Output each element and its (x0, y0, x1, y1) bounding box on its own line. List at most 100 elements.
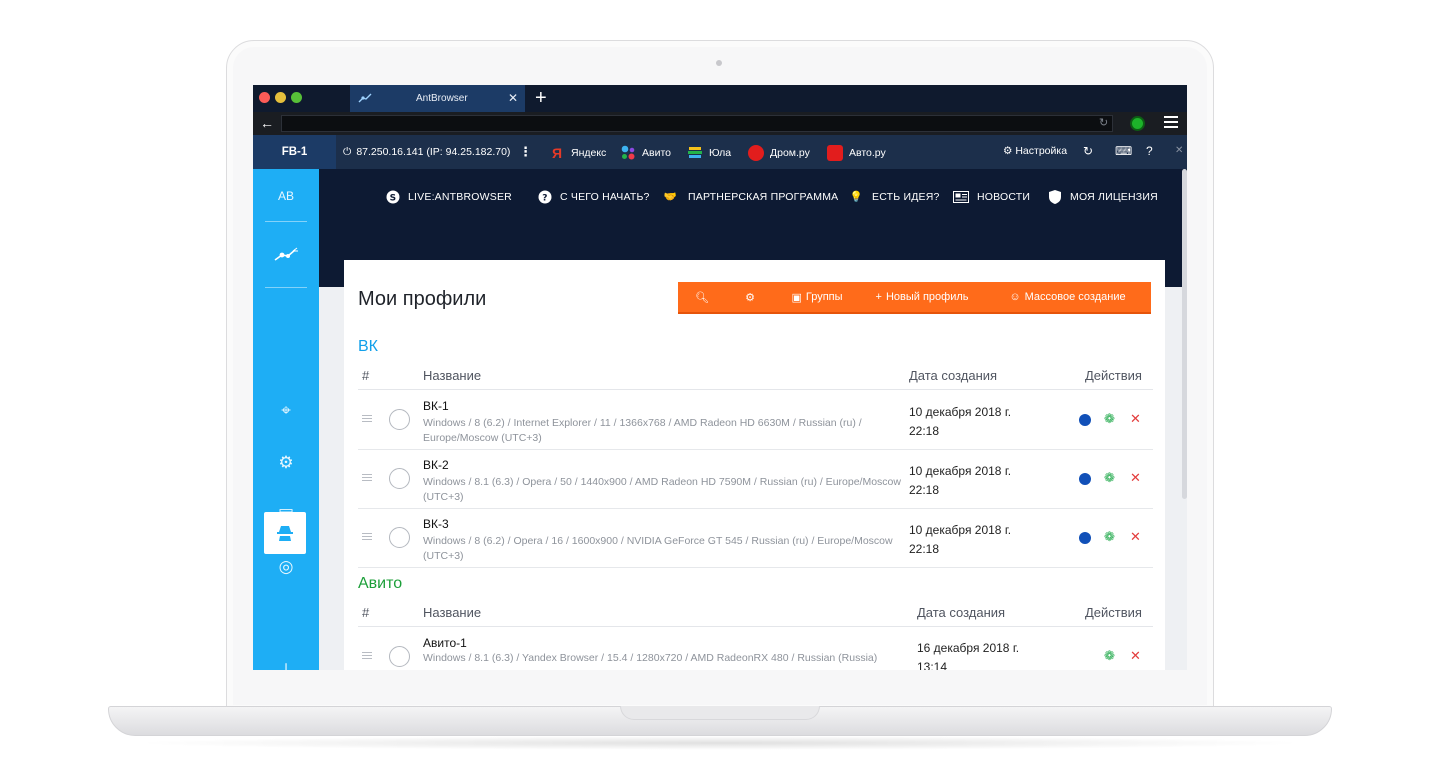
profile-name[interactable]: ВК-1 (423, 399, 449, 413)
col-actions: Действия (1085, 605, 1142, 620)
bookmark-drom[interactable]: Дром.ру (748, 144, 810, 162)
select-radio[interactable] (389, 409, 410, 430)
avito-icon (621, 145, 635, 160)
col-created[interactable]: Дата создания (917, 605, 1005, 620)
launch-icon[interactable] (1079, 532, 1091, 544)
launch-icon[interactable] (1079, 414, 1091, 426)
select-radio[interactable] (389, 468, 410, 489)
drag-handle-icon[interactable] (362, 533, 372, 542)
new-profile-label: Новый профиль (885, 291, 969, 303)
window-maximize-button[interactable] (291, 92, 302, 103)
delete-icon[interactable]: ✕ (1130, 470, 1141, 486)
bookmark-label: Яндекс (571, 147, 607, 159)
table-row[interactable]: ВК-3 Windows / 8 (6.2) / Opera / 16 / 16… (358, 509, 1153, 568)
bookmark-autoru[interactable]: Авто.ру (827, 144, 886, 162)
sidebar-brand[interactable]: AB (253, 189, 319, 203)
kebab-menu-icon[interactable]: ⋮ (519, 144, 532, 160)
back-arrow-icon[interactable]: ← (260, 115, 276, 131)
bookmark-avito[interactable]: Авито (620, 144, 671, 162)
settings-link[interactable]: ⚙ Настройка (1003, 145, 1067, 157)
drag-handle-icon[interactable] (362, 474, 372, 483)
svg-text:?: ? (542, 193, 547, 203)
profile-name[interactable]: ВК-2 (423, 458, 449, 472)
tab-close-icon[interactable]: ✕ (508, 91, 518, 105)
drom-icon (748, 145, 764, 161)
new-profile-button[interactable]: + Новый профиль (860, 281, 984, 313)
refresh-icon[interactable]: ↻ (1083, 144, 1093, 158)
search-icon: 🔍︎ (695, 291, 709, 304)
groups-button[interactable]: ▣ Группы (774, 281, 860, 313)
bookmark-label: Авто.ру (849, 147, 886, 159)
briefcase-icon: ▣ (791, 291, 802, 304)
profile-description: Windows / 8.1 (6.3) / Opera / 50 / 1440x… (423, 476, 901, 503)
url-input[interactable] (281, 115, 1113, 132)
settings-button[interactable]: ⚙ (726, 281, 774, 313)
delete-icon[interactable]: ✕ (1130, 411, 1141, 427)
reload-icon[interactable]: ↻ (1099, 116, 1108, 129)
connection-status-icon[interactable] (1130, 116, 1145, 131)
ant-logo-icon[interactable] (272, 241, 300, 269)
profile-date: 10 декабря 2018 г. 22:18 (909, 464, 1012, 497)
profile-date: 16 декабря 2018 г. 13:14 (917, 641, 1020, 670)
keyboard-icon[interactable]: ⌨ (1115, 144, 1132, 158)
group-title-avito[interactable]: Авито (358, 575, 402, 593)
bookmark-youla[interactable]: Юла (687, 144, 731, 162)
help-icon[interactable]: ? (1146, 144, 1153, 158)
table-row[interactable]: ВК-1 Windows / 8 (6.2) / Internet Explor… (358, 391, 1153, 450)
select-radio[interactable] (389, 646, 410, 667)
tab-title: AntBrowser (416, 93, 468, 104)
plug-icon[interactable]: ⏚ (272, 655, 300, 671)
select-radio[interactable] (389, 527, 410, 548)
sidebar-divider (265, 221, 307, 222)
nav-label: НОВОСТИ (977, 190, 1031, 203)
group-title-vk[interactable]: ВК (358, 338, 378, 356)
drag-handle-icon[interactable] (362, 415, 372, 424)
groups-label: Группы (805, 291, 843, 303)
nav-news[interactable]: НОВОСТИ (952, 189, 1030, 204)
col-name[interactable]: Название (423, 368, 481, 383)
nav-partner-program[interactable]: 🤝 ПАРТНЕРСКАЯ ПРОГРАММА (661, 189, 838, 204)
edit-gear-icon[interactable]: ❁ (1104, 411, 1115, 427)
drag-handle-icon[interactable] (362, 652, 372, 661)
window-close-button[interactable] (259, 92, 270, 103)
col-created[interactable]: Дата создания (909, 368, 997, 383)
nav-live[interactable]: S LIVE:ANTBROWSER (385, 189, 512, 204)
nav-idea[interactable]: 💡 ЕСТЬ ИДЕЯ? (849, 189, 940, 204)
settings-label: Настройка (1015, 145, 1068, 157)
youla-icon (688, 147, 702, 158)
table-row[interactable]: Авито-1 Windows / 8.1 (6.3) / Yandex Bro… (358, 628, 1153, 670)
fingerprint-icon[interactable]: ◎ (272, 553, 300, 581)
col-name[interactable]: Название (423, 605, 481, 620)
newspaper-icon (952, 189, 969, 204)
browser-tab[interactable]: AntBrowser ✕ (350, 85, 525, 112)
svg-text:S: S (389, 193, 396, 203)
col-num: # (362, 605, 370, 620)
window-minimize-button[interactable] (275, 92, 286, 103)
search-button[interactable]: 🔍︎ (678, 281, 726, 313)
handshake-icon: 🤝 (663, 191, 678, 203)
delete-icon[interactable]: ✕ (1130, 648, 1141, 664)
bulk-create-button[interactable]: ☺ Массовое создание (984, 281, 1151, 313)
delete-icon[interactable]: ✕ (1130, 529, 1141, 545)
profile-name[interactable]: ВК-3 (423, 517, 449, 531)
gear-icon[interactable]: ⚙ (272, 449, 300, 477)
proxy-info[interactable]: ⏻ 87.250.16.141 (IP: 94.25.182.70) (343, 146, 510, 159)
nav-license[interactable]: МОЯ ЛИЦЕНЗИЯ (1047, 189, 1158, 204)
profiles-nav-active[interactable] (264, 512, 306, 554)
rocket-icon[interactable]: ⌖ (272, 397, 300, 425)
edit-gear-icon[interactable]: ❁ (1104, 529, 1115, 545)
camera (716, 60, 722, 66)
scrollbar[interactable] (1182, 169, 1187, 499)
bookmark-yandex[interactable]: Я Яндекс (549, 144, 606, 162)
edit-gear-icon[interactable]: ❁ (1104, 470, 1115, 486)
profile-tag[interactable]: FB-1 (253, 135, 336, 169)
close-icon[interactable]: ✕ (1175, 145, 1183, 156)
edit-gear-icon[interactable]: ❁ (1104, 648, 1115, 664)
hamburger-menu-icon[interactable] (1164, 116, 1178, 130)
table-row[interactable]: ВК-2 Windows / 8.1 (6.3) / Opera / 50 / … (358, 450, 1153, 509)
profiles-card: Мои профили 🔍︎ ⚙ ▣ Группы + Новый профиль … (344, 260, 1165, 670)
nav-getting-started[interactable]: ? С ЧЕГО НАЧАТЬ? (537, 189, 650, 204)
profile-name[interactable]: Авито-1 (423, 636, 467, 650)
launch-icon[interactable] (1079, 473, 1091, 485)
new-tab-button[interactable]: + (535, 86, 547, 110)
